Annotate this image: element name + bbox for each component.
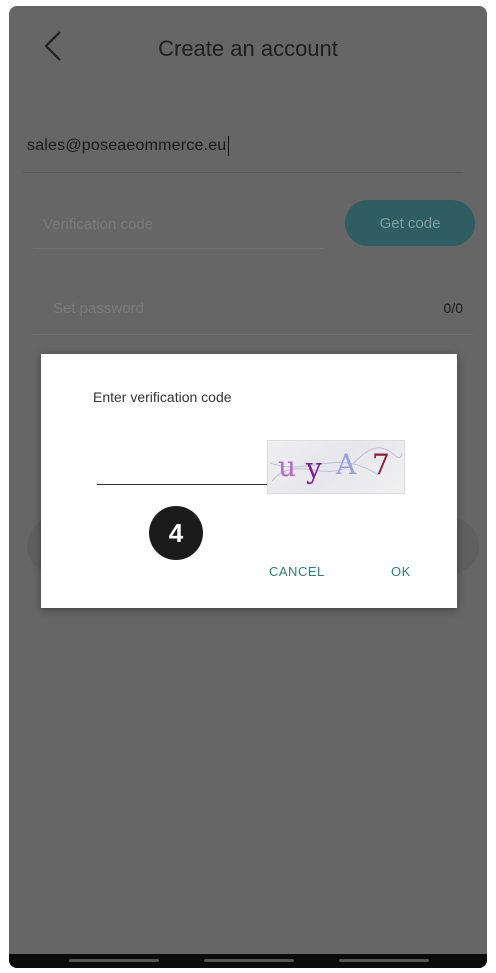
captcha-char: 7 (372, 448, 390, 481)
cancel-button[interactable]: CANCEL (263, 560, 331, 583)
navigation-bar (9, 954, 487, 968)
captcha-image[interactable]: u y A 7 (267, 440, 405, 494)
verification-code-placeholder: Verification code (43, 216, 154, 233)
text-cursor (228, 136, 230, 156)
captcha-char: A (336, 448, 357, 481)
nav-bar-segment (69, 959, 159, 962)
code-field-underline (33, 248, 323, 249)
verification-dialog: Enter verification code u y A 7 4 CANCEL… (41, 354, 457, 608)
email-value: sales@poseaeommerce.eu (27, 136, 230, 156)
password-placeholder: Set password (53, 300, 144, 317)
captcha-char: y (306, 452, 322, 485)
email-field[interactable]: sales@poseaeommerce.eu (23, 126, 463, 173)
ok-button[interactable]: OK (385, 560, 417, 583)
step-number-badge: 4 (149, 506, 203, 560)
page-title: Create an account (158, 36, 338, 61)
password-field[interactable]: Set password 0/0 (33, 288, 473, 336)
dialog-title: Enter verification code (93, 389, 232, 405)
nav-bar-segment (339, 959, 429, 962)
app-header: Create an account (9, 6, 487, 86)
get-code-button[interactable]: Get code (345, 200, 475, 246)
password-counter: 0/0 (443, 300, 463, 316)
captcha-code-input[interactable] (97, 454, 267, 485)
captcha-char: u (278, 450, 297, 483)
nav-bar-segment (204, 959, 294, 962)
password-field-underline (33, 334, 473, 335)
